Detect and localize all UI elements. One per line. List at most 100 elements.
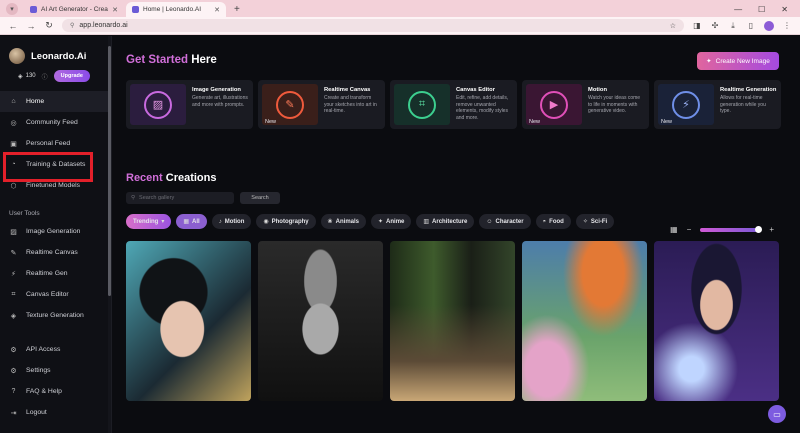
sidebar-item-settings[interactable]: ⚙ Settings <box>0 360 111 381</box>
filter-photography[interactable]: ◉ Photography <box>256 214 316 229</box>
close-icon[interactable]: ✕ <box>112 6 118 14</box>
sidebar-item-home[interactable]: ⌂ Home <box>0 91 111 112</box>
upgrade-button[interactable]: Upgrade <box>53 70 90 82</box>
site-info-icon[interactable]: ⚲ <box>70 22 74 29</box>
sidebar-item-realtime-gen[interactable]: ⚡ Realtime Gen <box>0 263 111 284</box>
search-placeholder: Search gallery <box>139 195 175 201</box>
filter-food[interactable]: ◓ Food <box>535 214 571 229</box>
sidebar-item-label: FAQ & Help <box>26 388 62 395</box>
maximize-icon[interactable]: ☐ <box>758 5 765 14</box>
profile-avatar[interactable] <box>764 20 774 31</box>
bookmark-star-icon[interactable]: ☆ <box>670 22 676 30</box>
feature-card-image-generation[interactable]: ▨ Image Generation Generate art, illustra… <box>126 80 253 129</box>
feature-card-motion[interactable]: ▶ Motion Watch your ideas come to life in… <box>522 80 649 129</box>
tab-search-icon[interactable]: ▾ <box>6 3 18 15</box>
canvas-icon: ✎ <box>10 249 17 257</box>
gallery-image-crowned-statue[interactable] <box>258 241 383 401</box>
sidebar-item-realtime-canvas[interactable]: ✎ Realtime Canvas <box>0 242 111 263</box>
search-button[interactable]: Search <box>240 192 280 204</box>
person-icon: ☺ <box>486 218 493 225</box>
sidebar-item-label: Personal Feed <box>26 140 71 147</box>
filter-trending[interactable]: Trending ▾ <box>126 214 172 229</box>
feature-card-realtime-generation[interactable]: ⚡ Realtime Generation Allows for real-tim… <box>654 80 781 129</box>
cube-icon: ⬡ <box>10 182 17 190</box>
sidebar-item-label: Home <box>26 98 45 105</box>
thumbnail-size-slider[interactable] <box>700 225 763 233</box>
filter-label: Sci-Fi <box>590 218 608 225</box>
filter-sci-fi[interactable]: ✧ Sci-Fi <box>575 214 615 229</box>
rocket-icon: ✧ <box>582 219 588 225</box>
filter-motion[interactable]: ♪ Motion <box>211 214 252 229</box>
gallery-image-cyborg-girl[interactable] <box>126 241 251 401</box>
filter-animals[interactable]: ❀ Animals <box>320 214 366 229</box>
credits-row: ◈ 130 ⓘ Upgrade <box>18 70 111 82</box>
recent-creations-heading: Recent Creations <box>126 172 800 184</box>
filter-label: Food <box>549 218 564 225</box>
tab-title: Home | Leonardo.AI <box>143 6 202 13</box>
sidebar-nav: ⌂ Home ◎ Community Feed ▣ Personal Feed ◔ Tr… <box>0 91 111 326</box>
minimize-icon[interactable]: — <box>734 5 742 14</box>
browser-tab-ai-art[interactable]: AI Art Generator - Create Art ✕ <box>24 2 124 17</box>
sidebar-item-logout[interactable]: ⇥ Logout <box>0 402 111 423</box>
gallery-image-glowing-portrait[interactable] <box>654 241 779 401</box>
new-tab-button[interactable]: + <box>228 4 246 17</box>
camera-icon: ◉ <box>263 219 269 225</box>
brand[interactable]: Leonardo.Ai <box>0 48 111 64</box>
filter-architecture[interactable]: ▥ Architecture <box>416 214 475 229</box>
food-icon: ◓ <box>542 218 547 225</box>
zoom-out-icon[interactable]: − <box>687 225 692 234</box>
address-bar: ← → ↻ ⚲ app.leonardo.ai ☆ ◨ ✣ ⤓ ▯ ⋮ <box>0 17 800 35</box>
extension-icon[interactable]: ◨ <box>692 21 702 30</box>
feature-card-realtime-canvas[interactable]: ✎ Realtime Canvas Create and transform yo… <box>258 80 385 129</box>
zoom-in-icon[interactable]: + <box>769 225 774 234</box>
create-button-label: Create New Image <box>715 57 770 65</box>
sidebar-item-community-feed[interactable]: ◎ Community Feed <box>0 112 111 133</box>
download-icon[interactable]: ⤓ <box>728 21 738 31</box>
credit-count: ◈ 130 <box>18 73 36 80</box>
menu-dots-icon[interactable]: ⋮ <box>782 21 792 30</box>
filter-character[interactable]: ☺ Character <box>479 214 531 229</box>
sidebar-item-label: Texture Generation <box>26 312 84 319</box>
sidebar-item-image-generation[interactable]: ▨ Image Generation <box>0 221 111 242</box>
reload-icon[interactable]: ↻ <box>44 20 54 31</box>
slider-knob[interactable] <box>755 225 763 233</box>
sidebar-item-faq-help[interactable]: ? FAQ & Help <box>0 381 111 402</box>
url-input[interactable]: ⚲ app.leonardo.ai ☆ <box>62 19 684 32</box>
filter-label: Motion <box>224 218 245 225</box>
gallery-image-garden-path[interactable] <box>390 241 515 401</box>
forward-icon[interactable]: → <box>26 21 36 31</box>
feature-card-canvas-editor[interactable]: ⌗ Canvas Editor Edit, refine, add details… <box>390 80 517 129</box>
sidebar-item-canvas-editor[interactable]: ⌗ Canvas Editor <box>0 284 111 305</box>
create-new-image-button[interactable]: ✦ Create New Image <box>697 52 779 70</box>
feature-cards: ▨ Image Generation Generate art, illustra… <box>126 80 800 129</box>
sidebar-scrollbar-thumb[interactable] <box>108 46 111 296</box>
sidebar-item-label: Realtime Gen <box>26 270 68 277</box>
sidepanel-icon[interactable]: ▯ <box>746 21 756 30</box>
info-icon[interactable]: ⓘ <box>42 72 48 81</box>
filter-all[interactable]: ▦ All <box>176 214 207 229</box>
film-icon: ▶ <box>540 90 568 119</box>
gallery-image-autumn-forest[interactable] <box>522 241 647 401</box>
browser-tab-home[interactable]: Home | Leonardo.AI ✕ <box>126 2 226 17</box>
filter-anime[interactable]: ✦ Anime <box>371 214 412 229</box>
search-gallery-input[interactable]: ⚲ Search gallery <box>126 192 234 204</box>
new-badge: New <box>265 119 277 125</box>
sidebar-item-personal-feed[interactable]: ▣ Personal Feed <box>0 133 111 154</box>
url-text: app.leonardo.ai <box>79 22 128 29</box>
new-badge: New <box>529 119 541 125</box>
close-icon[interactable]: ✕ <box>214 6 220 14</box>
feature-name: Realtime Generation <box>720 87 777 93</box>
sidebar-item-api-access[interactable]: ⚙ API Access <box>0 339 111 360</box>
feature-desc: Allows for real-time generation while yo… <box>720 95 766 114</box>
window-close-icon[interactable]: ✕ <box>781 5 788 14</box>
canvas-icon: ✎ <box>276 90 304 119</box>
help-icon: ? <box>11 388 16 395</box>
sidebar-item-texture-generation[interactable]: ◈ Texture Generation <box>0 305 111 326</box>
chat-support-button[interactable]: ▭ <box>768 405 786 423</box>
lightning-icon: ⚡ <box>672 90 700 119</box>
sidebar-item-label: Settings <box>26 367 51 374</box>
layout-grid-icon[interactable]: ▦ <box>670 225 678 234</box>
back-icon[interactable]: ← <box>8 21 18 31</box>
extensions-puzzle-icon[interactable]: ✣ <box>710 21 720 30</box>
motion-icon: ♪ <box>218 218 222 225</box>
